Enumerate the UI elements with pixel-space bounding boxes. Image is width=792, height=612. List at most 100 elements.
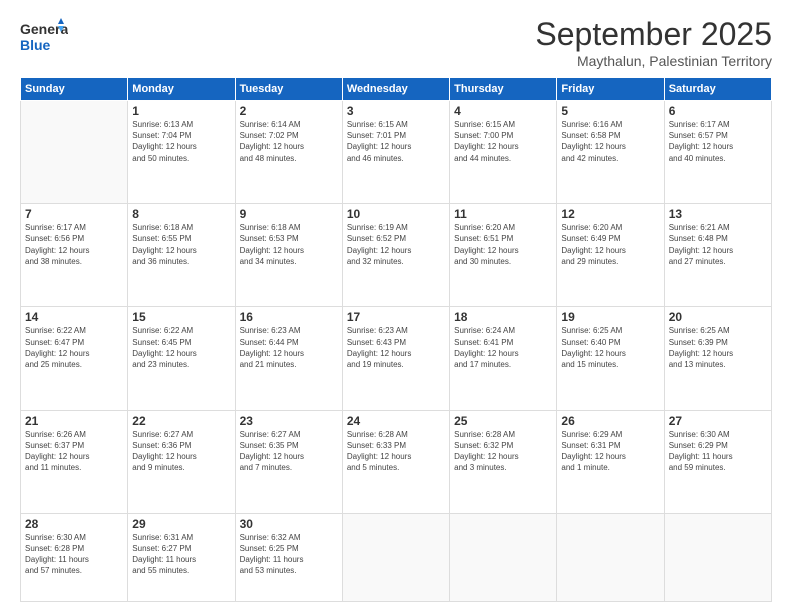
day-info: Sunrise: 6:20 AMSunset: 6:51 PMDaylight:… — [454, 222, 552, 267]
day-number: 21 — [25, 414, 123, 428]
day-number: 9 — [240, 207, 338, 221]
day-info: Sunrise: 6:20 AMSunset: 6:49 PMDaylight:… — [561, 222, 659, 267]
page: General Blue September 2025 Maythalun, P… — [0, 0, 792, 612]
table-row: 28Sunrise: 6:30 AMSunset: 6:28 PMDayligh… — [21, 513, 128, 601]
header-saturday: Saturday — [664, 78, 771, 101]
day-number: 13 — [669, 207, 767, 221]
table-row — [342, 513, 449, 601]
day-number: 14 — [25, 310, 123, 324]
day-info: Sunrise: 6:25 AMSunset: 6:39 PMDaylight:… — [669, 325, 767, 370]
day-number: 24 — [347, 414, 445, 428]
day-number: 17 — [347, 310, 445, 324]
logo-icon: General Blue — [20, 16, 68, 56]
day-number: 10 — [347, 207, 445, 221]
header-thursday: Thursday — [450, 78, 557, 101]
day-info: Sunrise: 6:29 AMSunset: 6:31 PMDaylight:… — [561, 429, 659, 474]
day-info: Sunrise: 6:30 AMSunset: 6:29 PMDaylight:… — [669, 429, 767, 474]
table-row: 27Sunrise: 6:30 AMSunset: 6:29 PMDayligh… — [664, 410, 771, 513]
day-info: Sunrise: 6:24 AMSunset: 6:41 PMDaylight:… — [454, 325, 552, 370]
day-number: 26 — [561, 414, 659, 428]
day-number: 23 — [240, 414, 338, 428]
day-number: 22 — [132, 414, 230, 428]
day-number: 11 — [454, 207, 552, 221]
day-number: 19 — [561, 310, 659, 324]
month-title: September 2025 — [535, 16, 772, 53]
table-row: 2Sunrise: 6:14 AMSunset: 7:02 PMDaylight… — [235, 101, 342, 204]
day-number: 7 — [25, 207, 123, 221]
day-info: Sunrise: 6:14 AMSunset: 7:02 PMDaylight:… — [240, 119, 338, 164]
day-info: Sunrise: 6:25 AMSunset: 6:40 PMDaylight:… — [561, 325, 659, 370]
table-row: 13Sunrise: 6:21 AMSunset: 6:48 PMDayligh… — [664, 204, 771, 307]
day-info: Sunrise: 6:28 AMSunset: 6:32 PMDaylight:… — [454, 429, 552, 474]
table-row: 3Sunrise: 6:15 AMSunset: 7:01 PMDaylight… — [342, 101, 449, 204]
day-info: Sunrise: 6:27 AMSunset: 6:35 PMDaylight:… — [240, 429, 338, 474]
table-row: 7Sunrise: 6:17 AMSunset: 6:56 PMDaylight… — [21, 204, 128, 307]
table-row: 10Sunrise: 6:19 AMSunset: 6:52 PMDayligh… — [342, 204, 449, 307]
day-info: Sunrise: 6:28 AMSunset: 6:33 PMDaylight:… — [347, 429, 445, 474]
day-info: Sunrise: 6:15 AMSunset: 7:00 PMDaylight:… — [454, 119, 552, 164]
header-monday: Monday — [128, 78, 235, 101]
day-info: Sunrise: 6:22 AMSunset: 6:45 PMDaylight:… — [132, 325, 230, 370]
day-info: Sunrise: 6:13 AMSunset: 7:04 PMDaylight:… — [132, 119, 230, 164]
day-info: Sunrise: 6:17 AMSunset: 6:56 PMDaylight:… — [25, 222, 123, 267]
day-info: Sunrise: 6:26 AMSunset: 6:37 PMDaylight:… — [25, 429, 123, 474]
table-row: 14Sunrise: 6:22 AMSunset: 6:47 PMDayligh… — [21, 307, 128, 410]
day-info: Sunrise: 6:18 AMSunset: 6:53 PMDaylight:… — [240, 222, 338, 267]
table-row: 4Sunrise: 6:15 AMSunset: 7:00 PMDaylight… — [450, 101, 557, 204]
day-number: 12 — [561, 207, 659, 221]
day-info: Sunrise: 6:32 AMSunset: 6:25 PMDaylight:… — [240, 532, 338, 577]
table-row — [557, 513, 664, 601]
day-info: Sunrise: 6:21 AMSunset: 6:48 PMDaylight:… — [669, 222, 767, 267]
table-row: 11Sunrise: 6:20 AMSunset: 6:51 PMDayligh… — [450, 204, 557, 307]
day-number: 6 — [669, 104, 767, 118]
table-row: 9Sunrise: 6:18 AMSunset: 6:53 PMDaylight… — [235, 204, 342, 307]
day-number: 3 — [347, 104, 445, 118]
day-info: Sunrise: 6:18 AMSunset: 6:55 PMDaylight:… — [132, 222, 230, 267]
table-row: 23Sunrise: 6:27 AMSunset: 6:35 PMDayligh… — [235, 410, 342, 513]
day-number: 8 — [132, 207, 230, 221]
table-row: 30Sunrise: 6:32 AMSunset: 6:25 PMDayligh… — [235, 513, 342, 601]
table-row: 1Sunrise: 6:13 AMSunset: 7:04 PMDaylight… — [128, 101, 235, 204]
day-number: 18 — [454, 310, 552, 324]
calendar-table: Sunday Monday Tuesday Wednesday Thursday… — [20, 77, 772, 602]
table-row: 8Sunrise: 6:18 AMSunset: 6:55 PMDaylight… — [128, 204, 235, 307]
table-row: 18Sunrise: 6:24 AMSunset: 6:41 PMDayligh… — [450, 307, 557, 410]
table-row: 5Sunrise: 6:16 AMSunset: 6:58 PMDaylight… — [557, 101, 664, 204]
table-row: 15Sunrise: 6:22 AMSunset: 6:45 PMDayligh… — [128, 307, 235, 410]
table-row — [21, 101, 128, 204]
day-info: Sunrise: 6:22 AMSunset: 6:47 PMDaylight:… — [25, 325, 123, 370]
table-row: 16Sunrise: 6:23 AMSunset: 6:44 PMDayligh… — [235, 307, 342, 410]
day-number: 28 — [25, 517, 123, 531]
header-friday: Friday — [557, 78, 664, 101]
table-row: 22Sunrise: 6:27 AMSunset: 6:36 PMDayligh… — [128, 410, 235, 513]
svg-text:Blue: Blue — [20, 37, 51, 53]
day-info: Sunrise: 6:30 AMSunset: 6:28 PMDaylight:… — [25, 532, 123, 577]
title-section: September 2025 Maythalun, Palestinian Te… — [535, 16, 772, 69]
table-row — [664, 513, 771, 601]
header-sunday: Sunday — [21, 78, 128, 101]
day-number: 16 — [240, 310, 338, 324]
day-number: 25 — [454, 414, 552, 428]
day-info: Sunrise: 6:19 AMSunset: 6:52 PMDaylight:… — [347, 222, 445, 267]
day-number: 2 — [240, 104, 338, 118]
table-row: 26Sunrise: 6:29 AMSunset: 6:31 PMDayligh… — [557, 410, 664, 513]
table-row: 25Sunrise: 6:28 AMSunset: 6:32 PMDayligh… — [450, 410, 557, 513]
table-row: 17Sunrise: 6:23 AMSunset: 6:43 PMDayligh… — [342, 307, 449, 410]
day-info: Sunrise: 6:17 AMSunset: 6:57 PMDaylight:… — [669, 119, 767, 164]
table-row: 20Sunrise: 6:25 AMSunset: 6:39 PMDayligh… — [664, 307, 771, 410]
day-number: 15 — [132, 310, 230, 324]
table-row: 21Sunrise: 6:26 AMSunset: 6:37 PMDayligh… — [21, 410, 128, 513]
day-number: 4 — [454, 104, 552, 118]
day-info: Sunrise: 6:23 AMSunset: 6:44 PMDaylight:… — [240, 325, 338, 370]
location: Maythalun, Palestinian Territory — [535, 53, 772, 69]
logo: General Blue — [20, 16, 68, 56]
table-row: 24Sunrise: 6:28 AMSunset: 6:33 PMDayligh… — [342, 410, 449, 513]
day-number: 27 — [669, 414, 767, 428]
day-number: 29 — [132, 517, 230, 531]
calendar-header-row: Sunday Monday Tuesday Wednesday Thursday… — [21, 78, 772, 101]
table-row: 6Sunrise: 6:17 AMSunset: 6:57 PMDaylight… — [664, 101, 771, 204]
day-number: 30 — [240, 517, 338, 531]
day-info: Sunrise: 6:27 AMSunset: 6:36 PMDaylight:… — [132, 429, 230, 474]
day-number: 5 — [561, 104, 659, 118]
day-info: Sunrise: 6:23 AMSunset: 6:43 PMDaylight:… — [347, 325, 445, 370]
